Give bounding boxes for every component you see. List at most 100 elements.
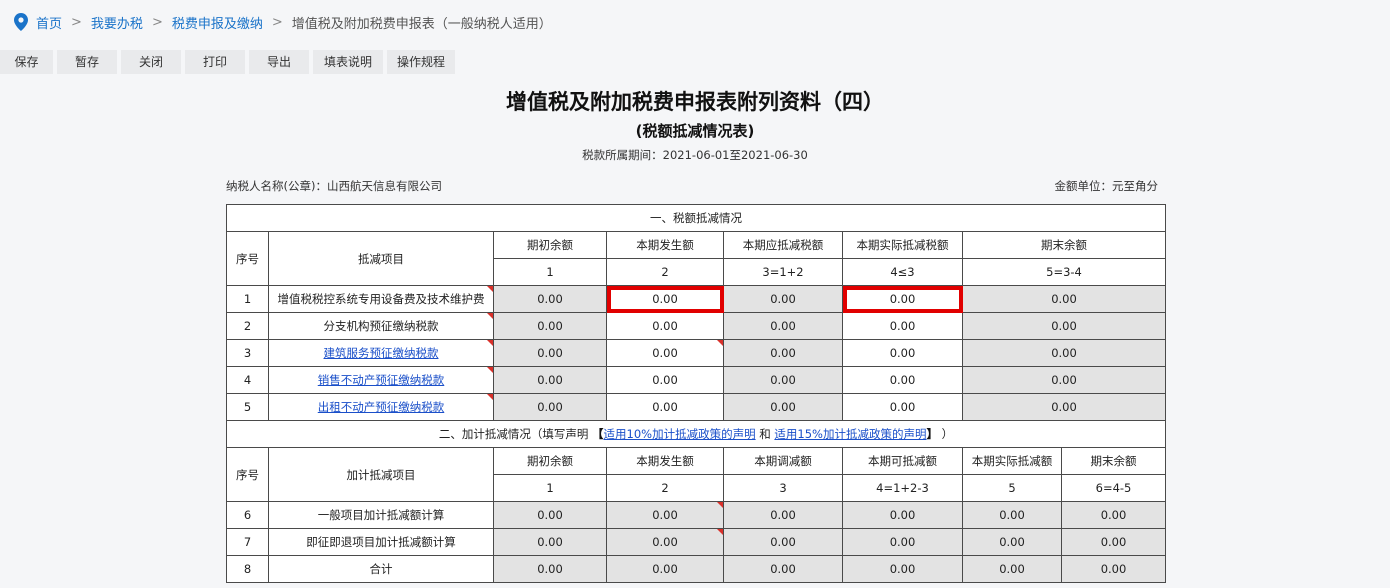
deductible-cell: 0.00 — [842, 528, 963, 556]
closing-balance-cell: 0.00 — [962, 339, 1166, 367]
closing-balance-cell: 0.00 — [962, 312, 1166, 340]
current-amount-cell: 0.00 — [606, 555, 724, 583]
section2-title-prefix: 二、加计抵减情况（填写声明 — [438, 427, 589, 441]
actual-deducted-input[interactable]: 0.00 — [842, 393, 963, 421]
current-amount-input[interactable]: 0.00 — [606, 339, 724, 367]
header-current-amount: 本期发生额 — [606, 231, 724, 259]
current-amount-input[interactable]: 0.00 — [606, 312, 724, 340]
actual-deducted-input[interactable]: 0.00 — [842, 366, 963, 394]
table-row: 2 分支机构预征缴纳税款 0.00 0.00 0.00 0.00 0.00 — [226, 312, 1166, 340]
deductible-tax-cell: 0.00 — [723, 285, 843, 313]
formula-cell: 3=1+2 — [723, 258, 843, 286]
section2-title-suffix: ） — [941, 427, 954, 441]
property-rent-prepaid-link[interactable]: 出租不动产预征缴纳税款 — [318, 400, 445, 414]
header-actual-deducted: 本期实际抵减税额 — [842, 231, 963, 259]
row-item: 增值税税控系统专用设备费及技术维护费 — [268, 285, 494, 313]
fill-instructions-button[interactable]: 填表说明 — [313, 50, 387, 74]
header-seq: 序号 — [226, 231, 269, 286]
save-button[interactable]: 保存 — [0, 50, 57, 74]
header-closing-balance: 期末余额 — [962, 231, 1166, 259]
print-button[interactable]: 打印 — [185, 50, 249, 74]
current-amount-input[interactable]: 0.00 — [606, 366, 724, 394]
opening-balance-cell: 0.00 — [493, 528, 607, 556]
current-amount-input[interactable]: 0.00 — [606, 285, 724, 313]
property-sale-prepaid-link[interactable]: 销售不动产预征缴纳税款 — [318, 373, 445, 387]
row-item: 分支机构预征缴纳税款 — [268, 312, 494, 340]
actual-deducted-input[interactable]: 0.00 — [842, 285, 963, 313]
breadcrumb-separator: > — [71, 14, 82, 30]
formula-cell: 5 — [962, 474, 1062, 502]
deductible-tax-cell: 0.00 — [723, 339, 843, 367]
breadcrumb-tax-services-link[interactable]: 我要办税 — [91, 13, 143, 32]
table-row: 3 建筑服务预征缴纳税款 0.00 0.00 0.00 0.00 0.00 — [226, 339, 1166, 367]
location-pin-icon — [14, 13, 28, 31]
row-seq: 2 — [226, 312, 269, 340]
actual-deducted-input[interactable]: 0.00 — [842, 312, 963, 340]
header-deductible-tax: 本期应抵减税额 — [723, 231, 843, 259]
table-row: 7 即征即退项目加计抵减额计算 0.00 0.00 0.00 0.00 0.00… — [226, 528, 1166, 556]
header-deductible: 本期可抵减额 — [842, 447, 963, 475]
adjust-reduce-cell: 0.00 — [723, 528, 843, 556]
breadcrumb-home-link[interactable]: 首页 — [36, 13, 62, 32]
formula-cell: 2 — [606, 474, 724, 502]
closing-balance-cell: 0.00 — [962, 366, 1166, 394]
row-seq: 1 — [226, 285, 269, 313]
header-actual-deducted: 本期实际抵减额 — [962, 447, 1062, 475]
header-opening-balance: 期初余额 — [493, 447, 607, 475]
formula-cell: 5=3-4 — [962, 258, 1166, 286]
opening-balance-cell: 0.00 — [493, 339, 607, 367]
header-adjust-reduce: 本期调减额 — [723, 447, 843, 475]
row-seq: 7 — [226, 528, 269, 556]
current-amount-input[interactable]: 0.00 — [606, 393, 724, 421]
actual-deducted-cell: 0.00 — [962, 528, 1062, 556]
row-seq: 6 — [226, 501, 269, 529]
operation-rules-button[interactable]: 操作规程 — [387, 50, 455, 74]
page-subtitle: (税额抵减情况表) — [635, 122, 755, 140]
deduction-table: 一、税额抵减情况 序号 抵减项目 期初余额 本期发生额 本期应抵减税额 本期实际… — [226, 204, 1166, 583]
row-seq: 4 — [226, 366, 269, 394]
header-opening-balance: 期初余额 — [493, 231, 607, 259]
header-item: 抵减项目 — [268, 231, 494, 286]
opening-balance-cell: 0.00 — [493, 555, 607, 583]
header-item: 加计抵减项目 — [268, 447, 494, 502]
breadcrumb: 首页 > 我要办税 > 税费申报及缴纳 > 增值税及附加税费申报表（一般纳税人适… — [14, 12, 552, 32]
closing-balance-cell: 0.00 — [1061, 501, 1166, 529]
row-item-cell: 销售不动产预征缴纳税款 — [268, 366, 494, 394]
bracket-close: 】 — [926, 427, 938, 441]
breadcrumb-declare-pay-link[interactable]: 税费申报及缴纳 — [172, 13, 263, 32]
construction-prepaid-link[interactable]: 建筑服务预征缴纳税款 — [324, 346, 439, 360]
bracket-open: 【 — [592, 427, 604, 441]
declaration-10pct-link[interactable]: 适用10%加计抵减政策的声明 — [604, 427, 756, 441]
row-item-cell: 建筑服务预征缴纳税款 — [268, 339, 494, 367]
actual-deducted-input[interactable]: 0.00 — [842, 339, 963, 367]
formula-cell: 1 — [493, 474, 607, 502]
amount-unit: 金额单位：元至角分 — [1054, 179, 1159, 193]
formula-cell: 1 — [493, 258, 607, 286]
header-current-amount: 本期发生额 — [606, 447, 724, 475]
actual-deducted-cell: 0.00 — [962, 501, 1062, 529]
row-item-cell: 出租不动产预征缴纳税款 — [268, 393, 494, 421]
header-closing-balance: 期末余额 — [1061, 447, 1166, 475]
toolbar: 保存 暂存 关闭 打印 导出 填表说明 操作规程 — [0, 50, 455, 74]
close-button[interactable]: 关闭 — [121, 50, 185, 74]
row-item: 一般项目加计抵减额计算 — [268, 501, 494, 529]
table-row: 1 增值税税控系统专用设备费及技术维护费 0.00 0.00 0.00 0.00… — [226, 285, 1166, 313]
closing-balance-cell: 0.00 — [1061, 528, 1166, 556]
temp-save-button[interactable]: 暂存 — [57, 50, 121, 74]
current-amount-cell: 0.00 — [606, 501, 724, 529]
table-row: 6 一般项目加计抵减额计算 0.00 0.00 0.00 0.00 0.00 0… — [226, 501, 1166, 529]
actual-deducted-cell: 0.00 — [962, 555, 1062, 583]
breadcrumb-current: 增值税及附加税费申报表（一般纳税人适用） — [291, 16, 552, 32]
opening-balance-cell: 0.00 — [493, 285, 607, 313]
closing-balance-cell: 0.00 — [962, 285, 1166, 313]
row-item: 合计 — [268, 555, 494, 583]
opening-balance-cell: 0.00 — [493, 366, 607, 394]
opening-balance-cell: 0.00 — [493, 393, 607, 421]
declaration-15pct-link[interactable]: 适用15%加计抵减政策的声明 — [774, 427, 926, 441]
formula-cell: 4=1+2-3 — [842, 474, 963, 502]
row-seq: 5 — [226, 393, 269, 421]
opening-balance-cell: 0.00 — [493, 501, 607, 529]
export-button[interactable]: 导出 — [249, 50, 313, 74]
adjust-reduce-cell: 0.00 — [723, 555, 843, 583]
formula-cell: 6=4-5 — [1061, 474, 1166, 502]
